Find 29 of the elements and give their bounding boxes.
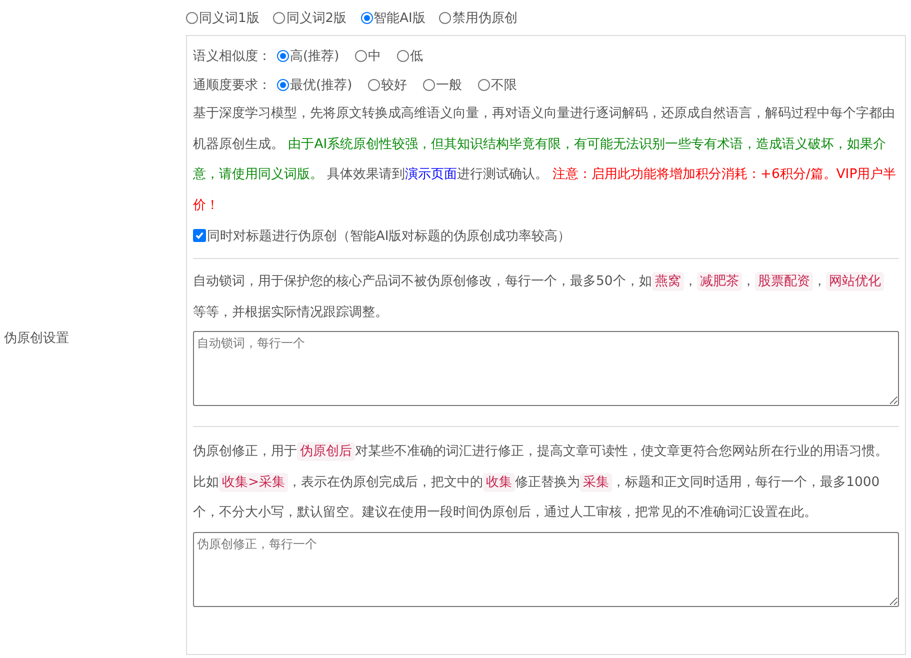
keyword-tag: 收集 [483,472,516,492]
lock-words-field[interactable]: 自动锁词，每行一个 [193,331,899,406]
radio-option[interactable]: 不限 [478,76,518,94]
radio-option[interactable]: 低 [397,46,424,64]
description-text: 基于深度学习模型，先将原文转换成高维语义向量，再对语义向量进行逐词解码，还原成自然语言，解码过程中每个字都由机器原创生成。 由于AI系统原创性较强，但其知识结构毕竟有限，有可能无法识别一些专有术语，造成语义破坏，如果介意，请使用同义词版。 具体效果请到演示页面进行测试确认。 注意：启用此功能将增加积分消耗：+6积分/篇。VIP用户半价！ [193,105,898,214]
keyword-tag: 燕窝 [652,272,684,291]
section-label: 伪原创设置 [3,330,69,347]
keyword-tag: 采集 [580,472,612,492]
mode-radio[interactable]: 禁用伪原创 [439,8,518,26]
keyword-tag: 伪原创后 [297,442,355,461]
lock-words-text: 自动锁词，用于保护您的核心产品词不被伪原创修改，每行一个，最多50个，如 燕窝 ， 减肥茶 ， 股票配资 ， 网站优化 等等，并根据实际情况跟踪调整。 [193,267,899,328]
setting-label: 通顺度要求： [193,76,271,94]
corrections-text: 伪原创修正，用于 伪原创后 对某些不准确的词汇进行修正，提高文章可读性，使文章更符合您网站所在行业的用语习惯。比如 收集>采集 ，表示在伪原创完成后，把文中的 收集 修正替换为 采集 ，标题和正文同时适用，每行一个，最多1000个，不分大小写，默认留空。建议在使用一段时间伪原创后，通过人工审核，把常见的不准确词汇设置在此。 [193,441,889,522]
keyword-tag: 网站优化 [826,272,884,291]
radio-option[interactable]: 最优(推荐) [277,76,352,94]
radio-option[interactable]: 高(推荐) [277,46,340,64]
mode-radio[interactable]: 同义词1版 [186,8,260,26]
radio-option[interactable]: 中 [355,46,382,64]
corrections-field[interactable]: 伪原创修正，每行一个 [193,532,899,606]
demo-link[interactable]: 演示页面 [405,167,458,182]
mode-radio[interactable]: 同义词2版 [273,8,347,26]
title-checkbox[interactable]: 同时对标题进行伪原创（智能AI版对标题的伪原创成功率较高） [193,226,571,244]
mode-radio[interactable]: 智能AI版 [360,8,426,26]
keyword-tag: 收集>采集 [219,472,288,492]
radio-option[interactable]: 较好 [368,76,408,94]
radio-option[interactable]: 一般 [423,76,462,94]
keyword-tag: 减肥茶 [696,272,742,291]
setting-label: 语义相似度： [193,48,271,64]
keyword-tag: 股票配资 [754,272,813,291]
